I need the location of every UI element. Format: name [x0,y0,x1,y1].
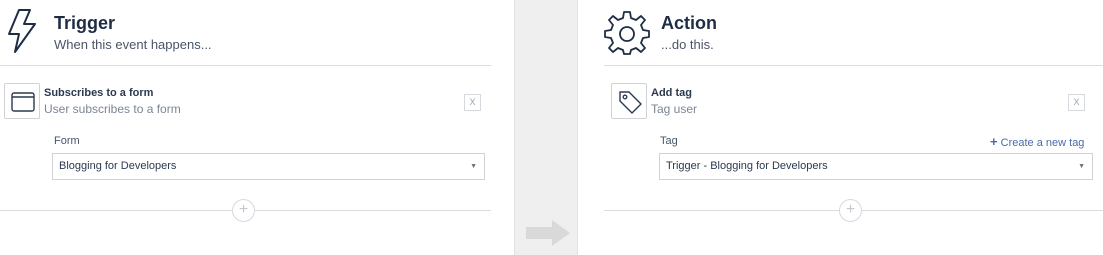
action-step-icon-box [611,83,647,119]
tag-field-label: Tag [660,135,678,147]
trigger-step-subtitle: User subscribes to a form [44,102,181,116]
form-select-value: Blogging for Developers [59,160,177,172]
action-step-title: Add tag [651,87,692,99]
action-step[interactable]: Add tag Tag user [611,83,1096,121]
action-title: Action [661,13,717,33]
flow-divider [514,0,578,255]
tag-select[interactable]: Trigger - Blogging for Developers ▼ [659,153,1093,180]
trigger-add-button[interactable]: + [232,199,255,222]
dropdown-caret-icon: ▼ [1078,163,1085,170]
action-remove-button[interactable]: X [1068,94,1085,111]
trigger-step-icon-box [4,83,40,119]
trigger-title: Trigger [54,13,116,33]
form-field-label: Form [54,135,80,147]
dropdown-caret-icon: ▼ [470,163,477,170]
trigger-step-title: Subscribes to a form [44,87,154,99]
trigger-step[interactable]: Subscribes to a form User subscribes to … [4,83,487,121]
trigger-panel: Trigger When this event happens... Subsc… [0,0,491,255]
trigger-remove-button[interactable]: X [464,94,481,111]
browser-window-icon [11,92,35,112]
action-panel: Action ...do this. Add tag Tag user X Ta… [604,0,1103,255]
trigger-header: Trigger When this event happens... [0,0,491,66]
lightning-icon [8,9,36,53]
action-add-button[interactable]: + [839,199,862,222]
action-step-subtitle: Tag user [651,102,698,116]
plus-icon: + [990,134,998,149]
gear-icon [604,11,650,55]
action-header: Action ...do this. [604,0,1103,66]
create-new-tag-label: Create a new tag [1000,137,1085,149]
form-select[interactable]: Blogging for Developers ▼ [52,153,485,180]
arrow-right-icon [526,220,570,246]
trigger-subtitle: When this event happens... [54,37,212,52]
tag-select-value: Trigger - Blogging for Developers [666,160,828,172]
action-subtitle: ...do this. [661,37,714,52]
tag-icon [619,91,642,114]
create-new-tag-link[interactable]: + Create a new tag [990,134,1084,149]
